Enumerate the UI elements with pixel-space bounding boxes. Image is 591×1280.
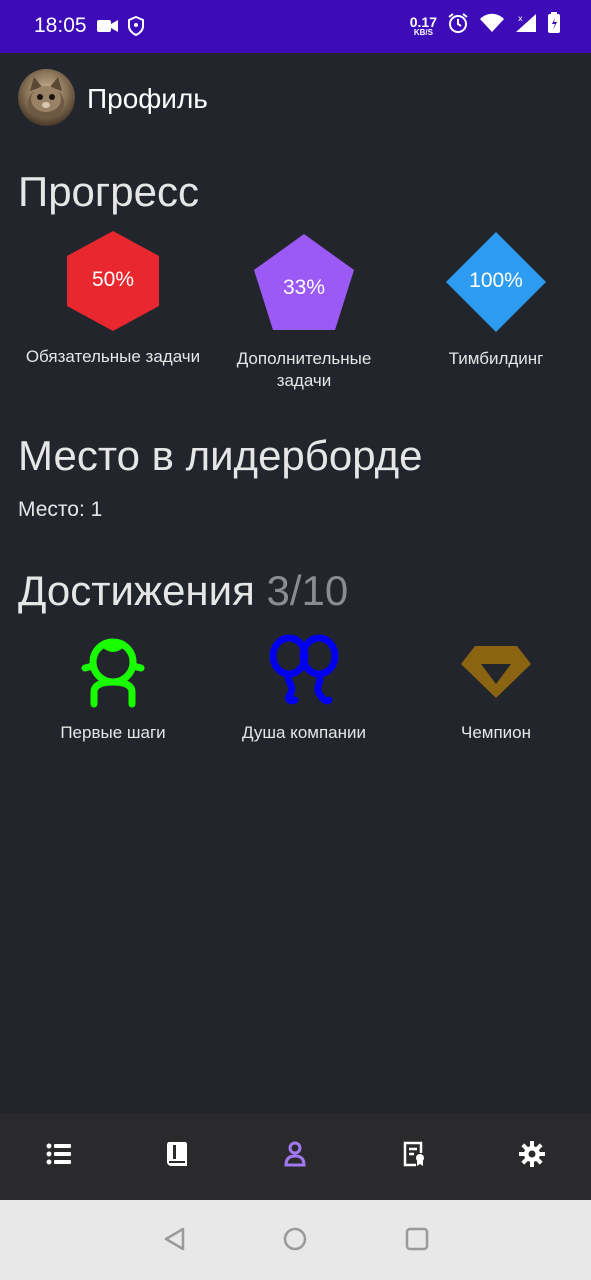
home-circle-icon (283, 1227, 307, 1256)
nav-settings-button[interactable] (502, 1127, 562, 1187)
book-icon (166, 1141, 188, 1172)
page-title: Профиль (87, 83, 208, 114)
status-time: 18:05 (34, 14, 87, 37)
progress-extra-tasks: 33% Дополнительные задачи (204, 232, 404, 392)
nav-certificates-button[interactable] (384, 1127, 444, 1187)
progress-label: Дополнительные задачи (236, 349, 372, 390)
status-bar: 18:05 0.17 KB/S x (0, 0, 591, 53)
system-home-button[interactable] (280, 1226, 310, 1256)
shield-icon (127, 15, 145, 41)
system-back-button[interactable] (160, 1226, 190, 1256)
certificate-icon (402, 1141, 426, 1172)
nav-book-button[interactable] (147, 1127, 207, 1187)
child-face-icon (76, 638, 150, 712)
achievements-title: Достижения 3/10 (18, 567, 349, 614)
net-speed: 0.17 KB/S (409, 13, 437, 37)
system-recents-button[interactable] (402, 1226, 432, 1256)
person-icon (284, 1141, 306, 1172)
back-triangle-icon (163, 1227, 187, 1256)
achievement-soul-of-company[interactable]: Душа компании (204, 634, 404, 743)
achievement-champion[interactable]: Чемпион (396, 634, 591, 743)
nav-profile-button[interactable] (265, 1127, 325, 1187)
progress-label: Обязательные задачи (25, 347, 201, 366)
bottom-navigation (0, 1113, 591, 1200)
progress-mandatory-tasks: 50% Обязательные задачи (13, 228, 213, 368)
progress-percent: 50% (91, 268, 135, 291)
diamond-icon (459, 646, 533, 712)
avatar[interactable] (18, 69, 75, 126)
recents-square-icon (405, 1227, 429, 1256)
achievement-label: Чемпион (460, 723, 532, 742)
achievement-label: Душа компании (241, 723, 366, 742)
achievement-first-steps[interactable]: Первые шаги (13, 634, 213, 743)
balloons-icon (267, 634, 341, 712)
progress-title: Прогресс (18, 168, 199, 215)
progress-percent: 100% (469, 269, 523, 292)
video-camera-icon (97, 18, 119, 39)
battery-icon (547, 12, 561, 39)
gear-icon (518, 1141, 545, 1172)
achievements-count: 3/10 (266, 567, 349, 614)
list-icon (46, 1143, 72, 1170)
app-header: Профиль (0, 53, 591, 145)
leaderboard-place: Место: 1 (18, 498, 103, 521)
progress-teambuilding: 100% Тимбилдинг (396, 230, 591, 370)
system-navigation-bar (0, 1200, 591, 1280)
progress-percent: 33% (282, 276, 326, 299)
svg-text:x: x (518, 14, 523, 23)
wifi-icon (479, 13, 505, 38)
signal-icon: x (515, 13, 537, 38)
progress-label: Тимбилдинг (448, 349, 544, 368)
leaderboard-title: Место в лидерборде (18, 432, 423, 479)
achievement-label: Первые шаги (60, 723, 166, 742)
alarm-icon (447, 12, 469, 39)
nav-tasks-button[interactable] (29, 1127, 89, 1187)
